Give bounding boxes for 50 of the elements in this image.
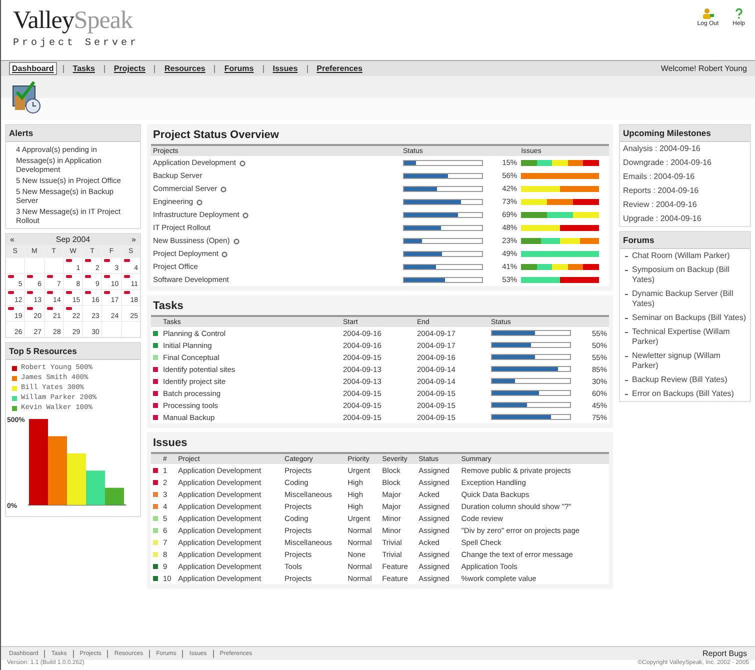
milestone-text: Analysis : 2004-09-16	[622, 143, 702, 155]
person-icon	[702, 8, 714, 20]
nav-tab[interactable]: Projects	[110, 62, 148, 75]
milestone-text: Review : 2004-09-16	[622, 199, 698, 211]
report-bugs-link[interactable]: Report Bugs	[702, 649, 747, 658]
milestone-text: Upgrade : 2004-09-16	[622, 213, 702, 225]
calendar-cell	[102, 322, 121, 337]
bullet-dash	[625, 332, 628, 333]
forum-link[interactable]: Symposium on Backup (Bill Yates)	[632, 265, 747, 285]
logo: ValleySpeak	[13, 8, 134, 34]
nav-tab[interactable]: Tasks	[70, 62, 98, 75]
section-title: Issues	[152, 436, 188, 451]
milestone-text: Emails : 2004-09-16	[622, 171, 696, 183]
nav-tab[interactable]: Issues	[270, 62, 301, 75]
panel-title: Forums	[620, 232, 750, 249]
calendar-cell	[122, 322, 140, 337]
nav-tab[interactable]: Preferences	[314, 62, 366, 75]
forum-link[interactable]: Seminar on Backups (Bill Yates)	[632, 313, 746, 323]
welcome-text: Welcome! Robert Young	[660, 64, 747, 73]
help-icon	[734, 8, 743, 20]
milestone-text: Downgrade : 2004-09-16	[622, 157, 713, 169]
forum-link[interactable]: Technical Expertise (Willam Parker)	[632, 327, 747, 347]
nav-tab[interactable]: Resources	[161, 62, 208, 75]
dashboard-icon	[11, 80, 43, 114]
forum-link[interactable]: Backup Review (Bill Yates)	[632, 375, 728, 385]
next-month-link[interactable]: »	[132, 235, 136, 244]
nav-tab[interactable]: Forums	[221, 62, 257, 75]
forum-link[interactable]: Dynamic Backup Server (Bill Yates)	[632, 289, 747, 309]
calendar-cell	[6, 258, 24, 273]
bullet-dash	[625, 294, 628, 295]
bar	[48, 436, 67, 505]
forum-link[interactable]: Chat Room (Willam Parker)	[632, 251, 730, 261]
milestone-text: Reports : 2004-09-16	[622, 185, 700, 197]
subtitle: Project Server	[13, 38, 140, 49]
panel-title: Alerts	[6, 125, 140, 142]
forum-link[interactable]: Error on Backups (Bill Yates)	[632, 389, 734, 399]
panel-title: Upcoming Milestones	[620, 125, 750, 142]
panel-title: Top 5 Resources	[6, 343, 140, 360]
bullet-dash	[625, 356, 628, 357]
section-title: Tasks	[152, 299, 184, 314]
forum-link[interactable]: Newletter signup (Willam Parker)	[632, 351, 747, 371]
bullet-dash	[625, 380, 628, 381]
bullet-dash	[625, 318, 628, 319]
section-title: Project Status Overview	[152, 128, 280, 143]
prev-month-link[interactable]: «	[10, 235, 14, 244]
bullet-dash	[625, 256, 628, 257]
bullet-dash	[625, 394, 628, 395]
nav-tab[interactable]: Dashboard	[9, 62, 57, 75]
month-title: Sep 2004	[56, 235, 90, 244]
bullet-dash	[625, 270, 628, 271]
